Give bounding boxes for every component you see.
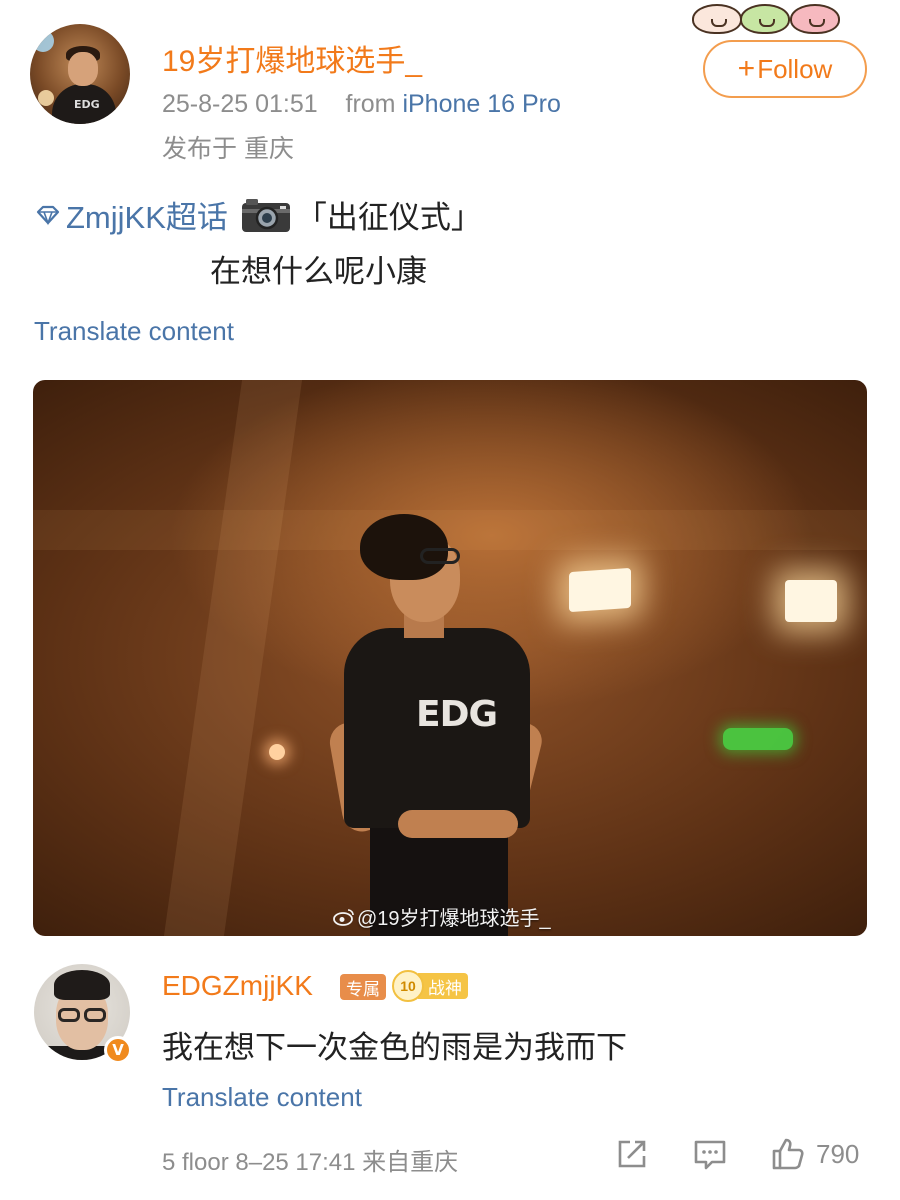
share-button[interactable] [614,1136,650,1172]
post-device[interactable]: iPhone 16 Pro [402,90,560,118]
photo-watermark: @19岁打爆地球选手_ [333,902,551,931]
camera-icon [241,198,290,232]
post-location: 发布于 重庆 [162,135,294,163]
comment-meta: 5 floor 8–25 17:41 来自重庆 [162,1149,459,1176]
commenter-username[interactable]: EDGZmjjKK [162,970,313,1002]
like-button[interactable]: 790 [770,1136,859,1172]
stage-light [569,567,631,613]
post-text-line2: 在想什么呢小康 [210,254,427,289]
poster-username[interactable]: 19岁打爆地球选手_ [162,36,422,80]
translate-post-link[interactable]: Translate content [34,316,234,347]
plus-icon: + [737,52,756,85]
follow-button[interactable]: + Follow [703,40,867,98]
fan-level-number: 10 [392,970,424,1002]
sticker-decoration [692,2,870,36]
topic-label: ZmjjKK超话 [66,200,228,235]
weibo-icon [333,908,354,926]
sticker-icon [740,4,790,34]
stage-light [785,580,837,622]
post-meta: 25-8-25 01:51 from iPhone 16 Pro [162,90,561,119]
comment-button[interactable] [692,1136,728,1172]
watermark-text: @19岁打爆地球选手_ [357,908,551,930]
commenter-avatar[interactable]: V [34,964,132,1064]
sticker-icon [790,4,840,34]
fan-level-badge[interactable]: 10 战神 [392,970,472,1002]
sticker-icon [692,4,742,34]
post-text-line1: 「出征仪式」 [295,200,482,235]
post-from-label: from [345,90,396,118]
share-icon [618,1140,646,1168]
diamond-icon [36,205,60,225]
photo-subject: EDG [326,510,546,936]
verified-icon: V [104,1036,132,1064]
post-text: ZmjjKK超话 「出征仪式」 [34,192,482,237]
topic-link[interactable]: ZmjjKK超话 [34,192,228,237]
translate-comment-link[interactable]: Translate content [162,1082,362,1113]
like-count: 790 [816,1138,860,1169]
comment-text: 我在想下一次金色的雨是为我而下 [162,1030,627,1065]
post-time: 25-8-25 01:51 [162,90,318,118]
exit-sign [723,728,793,750]
exclusive-badge[interactable]: 专属 [340,974,386,1000]
follow-label: Follow [757,53,833,84]
post-photo[interactable]: EDG @19岁打爆地球选手_ [33,380,867,936]
fan-level-label: 战神 [418,973,468,999]
like-icon [772,1138,804,1170]
poster-avatar[interactable]: EDG [30,24,130,124]
comment-icon [694,1140,726,1170]
